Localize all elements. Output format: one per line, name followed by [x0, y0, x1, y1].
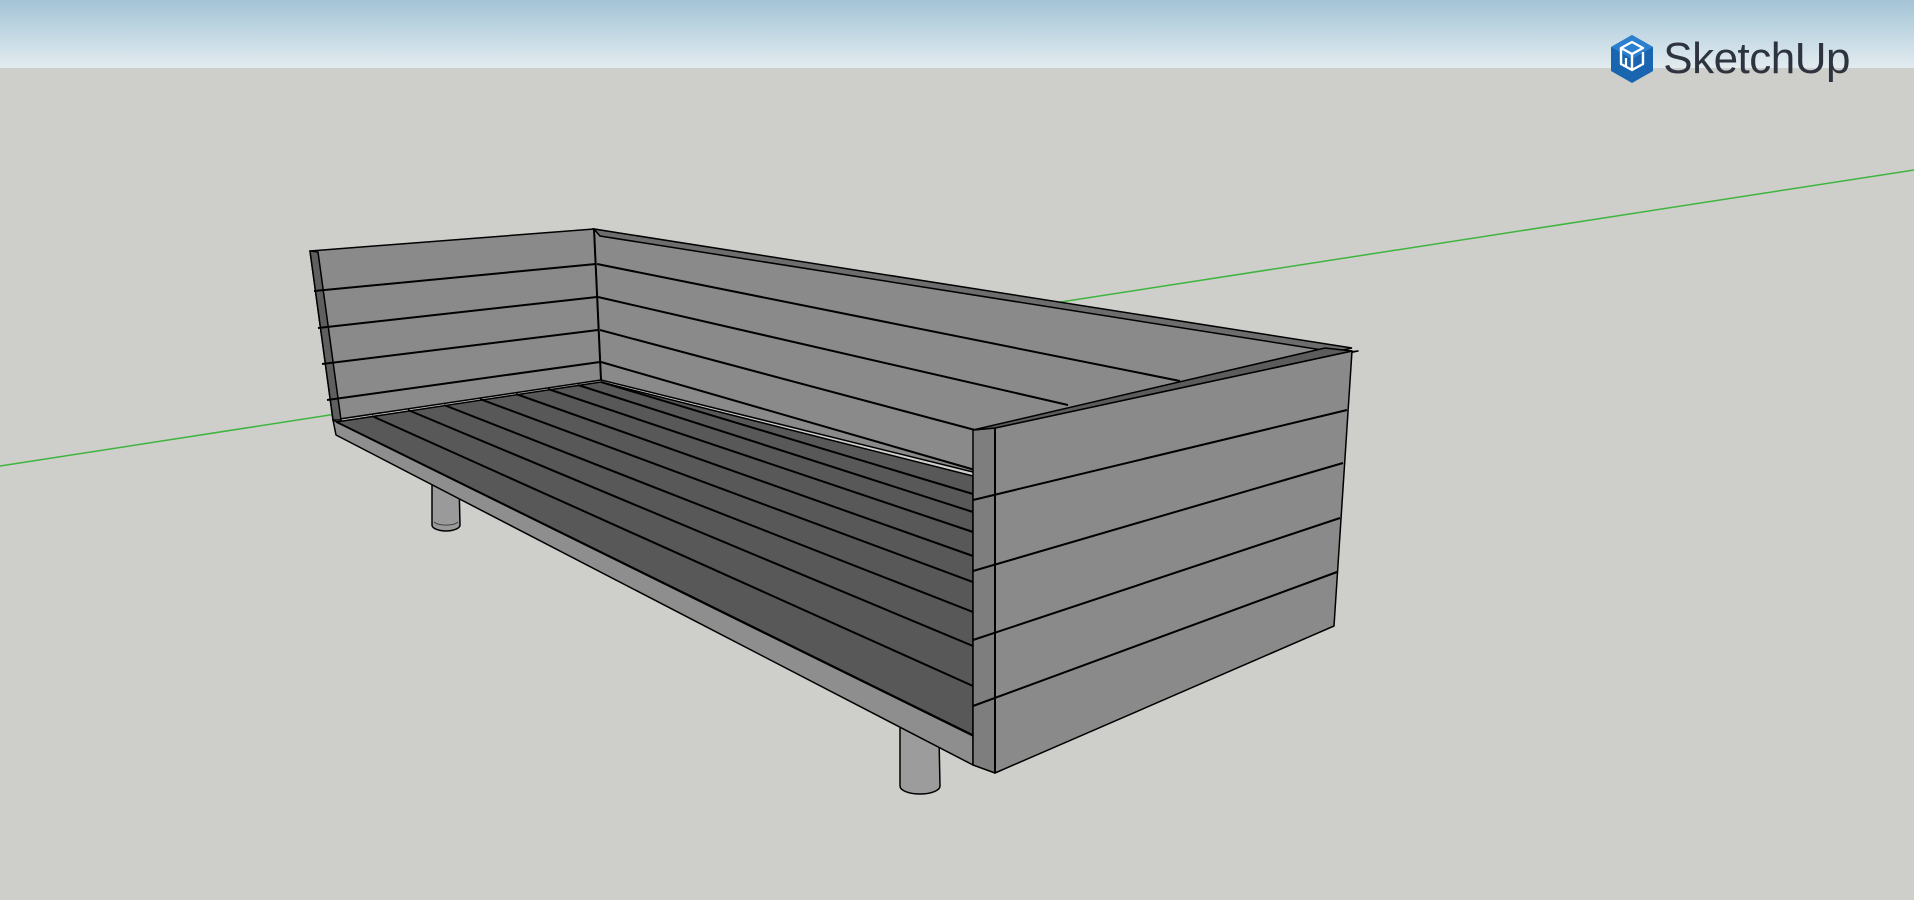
- modeling-viewport[interactable]: SketchUp: [0, 0, 1914, 900]
- model-scene[interactable]: [0, 0, 1914, 900]
- sofa-right-arm-edge: [972, 427, 996, 774]
- sketchup-logo-icon: [1611, 35, 1654, 83]
- sketchup-brand: SketchUp: [1609, 34, 1850, 84]
- sketchup-wordmark: SketchUp: [1663, 34, 1850, 83]
